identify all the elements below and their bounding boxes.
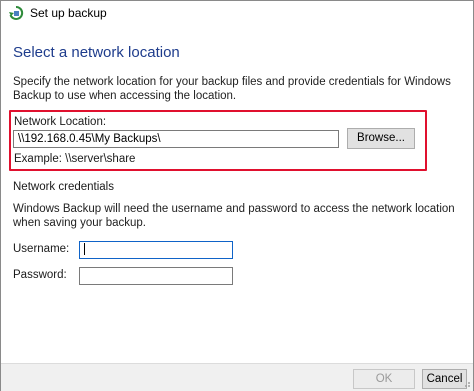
network-location-label: Network Location: — [14, 116, 107, 128]
page-title: Select a network location — [13, 44, 180, 61]
network-location-example: Example: \\server\share — [14, 153, 136, 165]
backup-icon — [9, 5, 24, 20]
password-label: Password: — [13, 269, 67, 281]
username-label: Username: — [13, 243, 70, 255]
credentials-description: Windows Backup will need the username an… — [13, 203, 455, 229]
dialog-window: Set up backup Select a network location … — [0, 0, 474, 391]
window-title: Set up backup — [30, 6, 107, 20]
button-bar: OK Cancel — [1, 363, 473, 391]
password-input[interactable] — [79, 267, 233, 285]
ok-button[interactable]: OK — [353, 369, 415, 389]
text-caret — [84, 243, 85, 256]
resize-grip-icon[interactable] — [461, 378, 471, 388]
page-description: Specify the network location for your ba… — [13, 76, 451, 102]
username-input[interactable] — [79, 241, 233, 259]
browse-button[interactable]: Browse... — [347, 128, 415, 149]
network-credentials-heading: Network credentials — [13, 181, 114, 193]
title-bar[interactable]: Set up backup — [1, 1, 473, 25]
network-location-input[interactable]: \\192.168.0.45\My Backups\ — [13, 130, 339, 148]
